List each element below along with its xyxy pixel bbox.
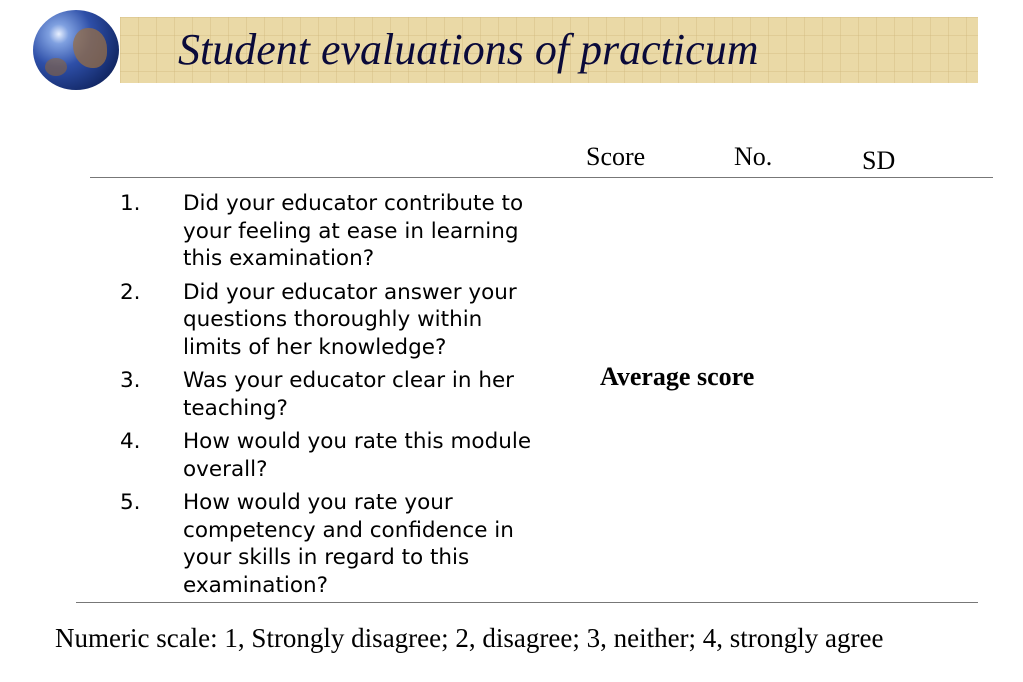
question-text: Was your educator clear in her teaching? [183, 368, 515, 421]
scale-footnote: Numeric scale: 1, Strongly disagree; 2, … [55, 623, 884, 653]
question-text: Did your educator answer your questions … [183, 279, 517, 360]
question-number: 1. [120, 191, 141, 216]
column-header-sd: SD [862, 146, 896, 175]
column-header-no: No. [734, 142, 773, 171]
question-number: 2. [120, 279, 141, 305]
header-rule [90, 177, 993, 178]
question-item: 5. How would you rate your competency an… [120, 489, 550, 599]
question-text: How would you rate this module overall? [183, 429, 532, 482]
question-number: 5. [120, 490, 141, 515]
question-item: 4. How would you rate this module overal… [120, 428, 550, 483]
column-header-score: Score [586, 142, 646, 171]
question-number: 4. [120, 429, 141, 454]
slide-title: Student evaluations of practicum [178, 25, 759, 74]
question-number: 3. [120, 368, 141, 393]
question-text: Did your educator contribute to your fee… [183, 191, 524, 271]
question-item: 3. Was your educator clear in her teachi… [120, 367, 550, 422]
question-item: 1. Did your educator contribute to your … [120, 190, 550, 273]
globe-icon [33, 10, 119, 90]
question-list: 1. Did your educator contribute to your … [120, 190, 550, 605]
question-text: How would you rate your competency and c… [183, 490, 514, 598]
footer-rule [76, 602, 978, 603]
question-item: 2. Did your educator answer your questio… [120, 279, 550, 362]
average-score-label: Average score [600, 362, 755, 391]
